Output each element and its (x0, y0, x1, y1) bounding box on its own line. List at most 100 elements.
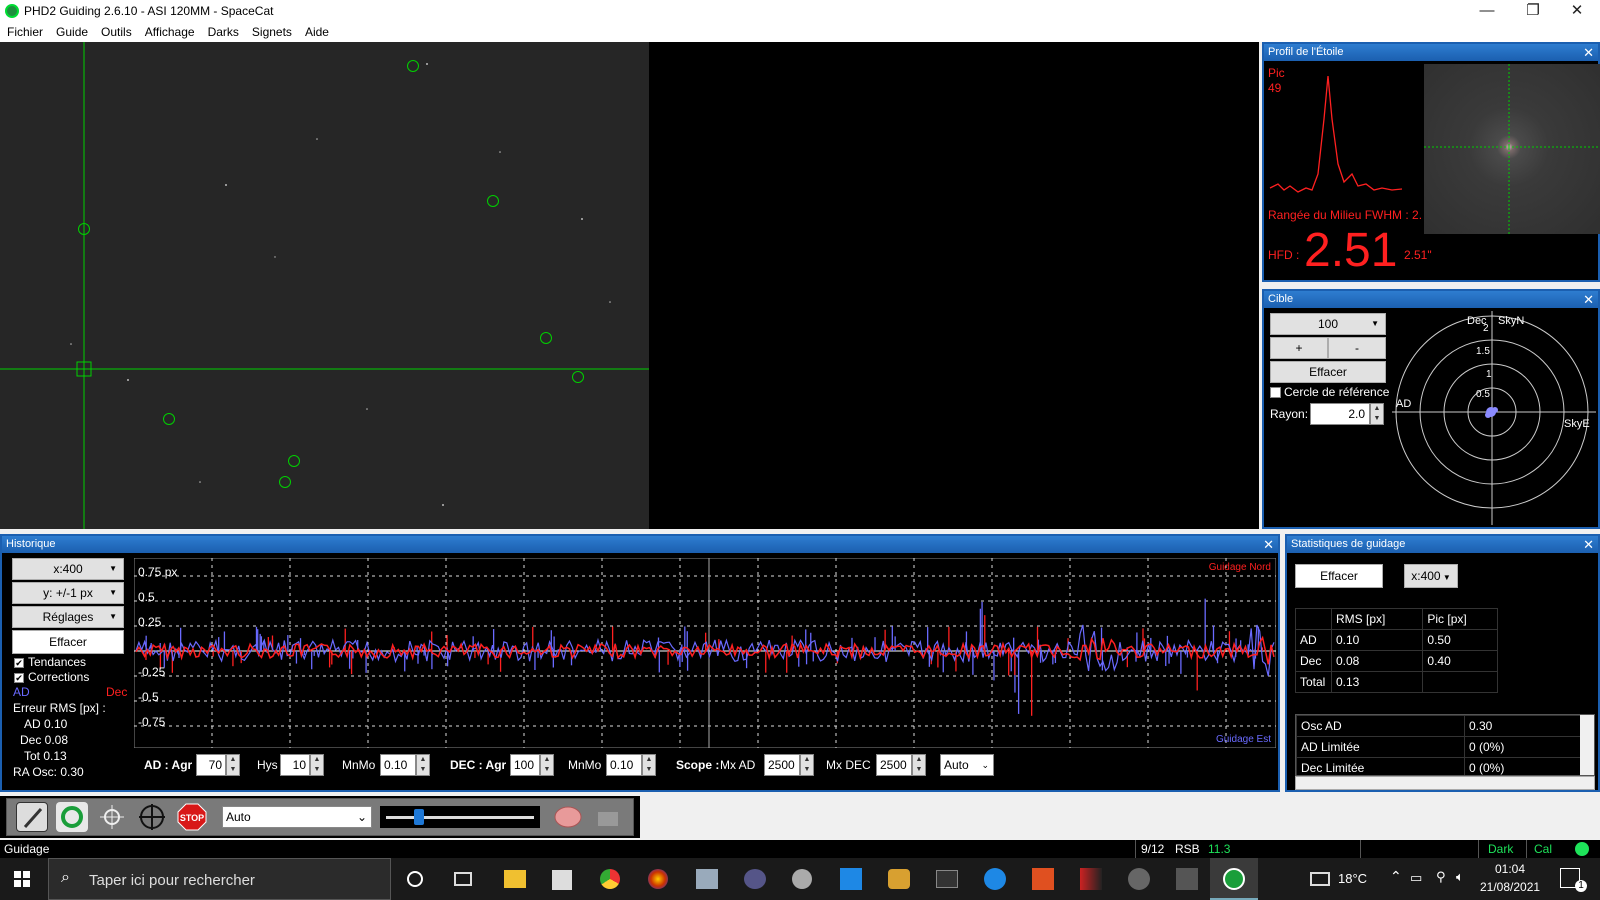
hys-input[interactable]: 10 (280, 754, 310, 776)
camera-app-icon[interactable] (936, 870, 958, 888)
stop-icon[interactable]: STOP (176, 802, 208, 832)
app-icon-red[interactable] (1080, 868, 1102, 890)
exposure-select[interactable]: Auto ⌄ (222, 806, 372, 828)
zoom-out-button[interactable]: - (1328, 337, 1386, 359)
dec-mode-select[interactable]: Auto ⌄ (940, 754, 994, 776)
close-icon[interactable]: ✕ (1583, 291, 1594, 308)
chevron-up-icon[interactable]: ⌃ (1390, 868, 1402, 885)
app-icon-comet[interactable] (1176, 868, 1198, 890)
mnmo2-input[interactable]: 0.10 (606, 754, 642, 776)
mxad-label: Mx AD (720, 758, 756, 772)
guide-crosshair-icon[interactable] (136, 802, 168, 832)
dec-agr-input[interactable]: 100 (510, 754, 540, 776)
settings-wrench-icon[interactable] (592, 802, 624, 832)
menu-outils[interactable]: Outils (94, 22, 138, 39)
clock-date[interactable]: 21/08/2021 (1480, 880, 1540, 894)
app-icon-blue[interactable] (840, 868, 862, 890)
stats-clear-button[interactable]: Effacer (1295, 564, 1383, 588)
taskbar-search-box[interactable]: ⌕ Taper ici pour rechercher (48, 858, 391, 900)
ref-circle-label: Cercle de référence (1284, 385, 1390, 399)
menu-affichage[interactable]: Affichage (138, 22, 201, 39)
task-view-icon[interactable] (407, 871, 423, 887)
app-icon-sun[interactable] (888, 869, 910, 889)
slider-thumb[interactable] (414, 809, 424, 825)
corrections-checkbox[interactable]: ✔ (14, 673, 24, 683)
target-scale-dropdown[interactable]: 100 ▼ (1270, 313, 1386, 335)
mxdec-spinner[interactable]: ▲ ▼ (912, 754, 926, 776)
ad-axis-label: AD (1396, 398, 1411, 410)
store-icon[interactable] (552, 870, 572, 890)
menu-darks[interactable]: Darks (201, 22, 245, 39)
guiding-stats-panel: Statistiques de guidage ✕ Effacer x:400 … (1285, 534, 1600, 792)
skye-label: SkyE (1564, 418, 1590, 430)
history-yscale-dropdown[interactable]: y: +/-1 px ▼ (12, 582, 124, 604)
gamma-slider[interactable] (380, 806, 540, 828)
hys-spinner[interactable]: ▲ ▼ (310, 754, 324, 776)
chrome-icon[interactable] (600, 869, 620, 889)
close-icon[interactable]: ✕ (1263, 536, 1274, 553)
table-row: RMS [px] Pic [px] (1295, 608, 1498, 630)
close-icon[interactable]: ✕ (1583, 44, 1594, 61)
stats-list[interactable]: Osc AD 0.30 AD Limitée 0 (0%) Dec Limitée 0… (1295, 714, 1595, 776)
history-xscale-dropdown[interactable]: x:400 ▼ (12, 558, 124, 580)
windows-start-icon[interactable] (14, 871, 30, 887)
history-clear-button[interactable]: Effacer (12, 630, 124, 654)
dec-agr-spinner[interactable]: ▲ ▼ (540, 754, 554, 776)
vertical-scrollbar[interactable] (1580, 715, 1594, 775)
app-icon-r[interactable] (1032, 868, 1054, 890)
app-icon-sphere[interactable] (792, 869, 812, 889)
mnmo2-spinner[interactable]: ▲ ▼ (642, 754, 656, 776)
loop-pencil-icon[interactable] (16, 802, 48, 832)
clock-time[interactable]: 01:04 (1495, 862, 1525, 876)
auto-select-star-icon[interactable] (96, 802, 128, 832)
ad-agr-input[interactable]: 70 (196, 754, 226, 776)
hfd-arcsec: 2.51" (1404, 248, 1432, 262)
close-icon[interactable]: ✕ (1583, 536, 1594, 553)
chevron-down-icon: ⌄ (981, 760, 989, 770)
loop-icon[interactable] (56, 802, 88, 832)
file-explorer-icon[interactable] (504, 870, 526, 888)
mnmo-input[interactable]: 0.10 (380, 754, 416, 776)
mxad-input[interactable]: 2500 (764, 754, 800, 776)
menu-aide[interactable]: Aide (298, 22, 335, 39)
ring-label: 0.5 (1476, 389, 1490, 400)
minimize-button[interactable]: — (1464, 0, 1510, 22)
cal-indicator: Cal (1534, 842, 1553, 856)
close-button[interactable]: ✕ (1554, 0, 1600, 22)
table-row: Dec Limitée 0 (0%) (1296, 757, 1582, 775)
horizontal-scrollbar[interactable] (1295, 776, 1595, 790)
menu-fichier[interactable]: Fichier (0, 22, 49, 39)
radius-input[interactable]: 2.0 (1310, 403, 1370, 425)
weather-icon[interactable] (1310, 872, 1330, 886)
snr-label: RSB (1175, 842, 1200, 856)
stats-xscale-dropdown[interactable]: x:400 ▼ (1404, 564, 1458, 588)
maximize-button[interactable]: ❐ (1510, 0, 1556, 22)
stellarium-icon[interactable] (744, 869, 766, 889)
app-icon-gray[interactable] (1128, 868, 1150, 890)
menu-signets[interactable]: Signets (245, 22, 298, 39)
brain-icon[interactable] (552, 802, 584, 832)
mnmo-spinner[interactable]: ▲ ▼ (416, 754, 430, 776)
history-settings-dropdown[interactable]: Réglages ▼ (12, 606, 124, 628)
radius-spinner[interactable]: ▲ ▼ (1370, 403, 1384, 425)
menu-guide[interactable]: Guide (49, 22, 94, 39)
zoom-in-button[interactable]: + (1270, 337, 1328, 359)
battery-icon[interactable]: ▭ (1410, 870, 1422, 886)
history-panel: Historique ✕ x:400 ▼ y: +/-1 px ▼ Réglages… (0, 534, 1280, 792)
target-clear-button[interactable]: Effacer (1270, 361, 1386, 383)
ad-agr-spinner[interactable]: ▲ ▼ (226, 754, 240, 776)
volume-icon[interactable]: 🔈︎ (1456, 869, 1464, 885)
app-icon-color[interactable] (648, 869, 668, 889)
camera-view[interactable] (0, 42, 649, 529)
window-title: PHD2 Guiding 2.6.10 - ASI 120MM - SpaceC… (24, 4, 274, 18)
ref-circle-checkbox[interactable] (1270, 387, 1281, 398)
teamviewer-icon[interactable] (984, 868, 1006, 890)
mxdec-input[interactable]: 2500 (876, 754, 912, 776)
timeline-icon[interactable] (454, 872, 472, 886)
network-icon[interactable]: ⚲ (1436, 869, 1446, 885)
trends-checkbox[interactable]: ✔ (14, 658, 24, 668)
chevron-down-icon: ▼ (1371, 319, 1379, 328)
mxad-spinner[interactable]: ▲ ▼ (800, 754, 814, 776)
phd2-taskbar-button[interactable] (1210, 858, 1258, 900)
app-icon-network[interactable] (696, 869, 718, 889)
